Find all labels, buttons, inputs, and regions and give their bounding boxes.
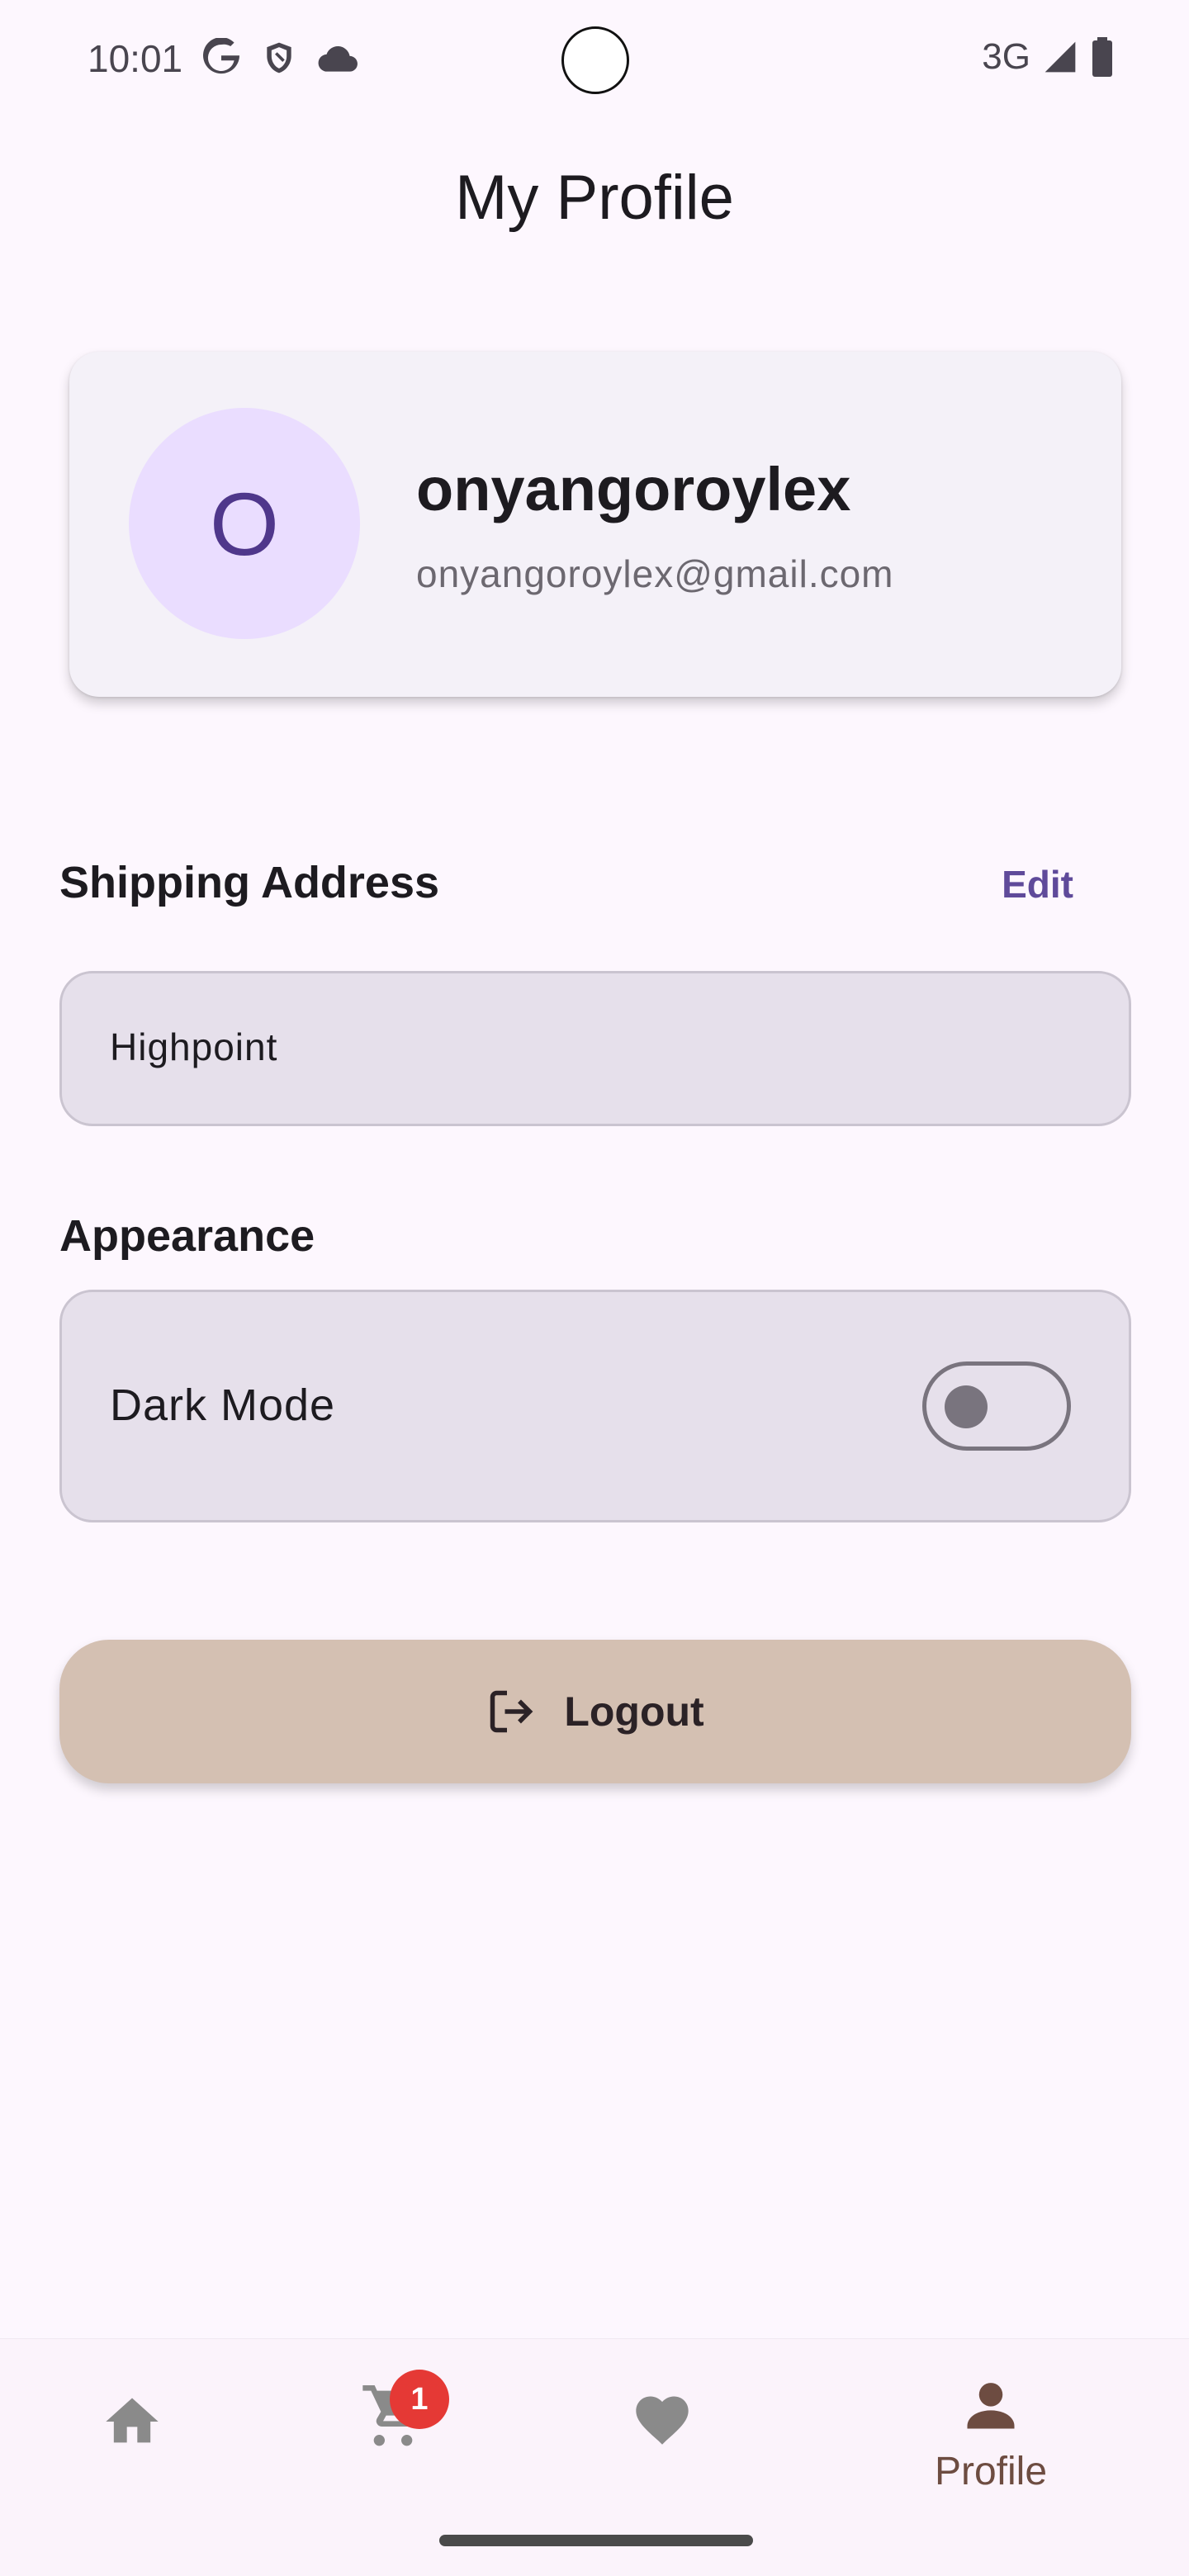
heart-icon: [636, 2396, 689, 2445]
status-time: 10:01: [88, 37, 183, 80]
profile-card: O onyangoroylex onyangoroylex@gmail.com: [69, 352, 1121, 697]
camera-cutout: [561, 26, 629, 94]
network-type: 3G: [982, 36, 1030, 77]
signal-icon: [1045, 41, 1076, 73]
dark-mode-toggle[interactable]: [922, 1361, 1071, 1451]
shipping-address-value: Highpoint: [110, 1025, 278, 1068]
shield-icon: [267, 42, 291, 73]
user-email: onyangoroylex@gmail.com: [416, 552, 894, 595]
cloud-icon: [318, 46, 358, 72]
status-bar: 10:01 3G: [0, 0, 1189, 119]
avatar: O: [129, 408, 360, 639]
nav-home[interactable]: [101, 2390, 163, 2457]
appearance-header: Appearance: [59, 1211, 315, 1261]
toggle-knob: [945, 1385, 988, 1428]
home-indicator: [439, 2535, 753, 2546]
google-icon: [203, 38, 239, 74]
logout-icon: [490, 1690, 533, 1733]
nav-favorites[interactable]: [631, 2389, 694, 2455]
logout-label: Logout: [564, 1688, 704, 1735]
dark-mode-label: Dark Mode: [110, 1380, 336, 1430]
edit-address-button[interactable]: Edit: [1002, 862, 1073, 907]
nav-profile[interactable]: Profile: [925, 2374, 1057, 2494]
status-right: 3G: [982, 36, 1115, 78]
shipping-address-field[interactable]: Highpoint: [59, 971, 1131, 1126]
battery-icon: [1092, 37, 1112, 77]
page-title: My Profile: [455, 163, 734, 233]
nav-profile-label: Profile: [934, 2450, 1048, 2493]
logout-button[interactable]: Logout: [59, 1640, 1131, 1783]
home-icon: [106, 2398, 159, 2443]
cart-badge: 1: [390, 2370, 449, 2429]
appearance-card: Dark Mode: [59, 1290, 1131, 1522]
person-icon: [967, 2383, 1015, 2429]
username: onyangoroylex: [416, 455, 851, 523]
shipping-address-header: Shipping Address: [59, 858, 440, 907]
status-icons-left: [201, 38, 358, 78]
